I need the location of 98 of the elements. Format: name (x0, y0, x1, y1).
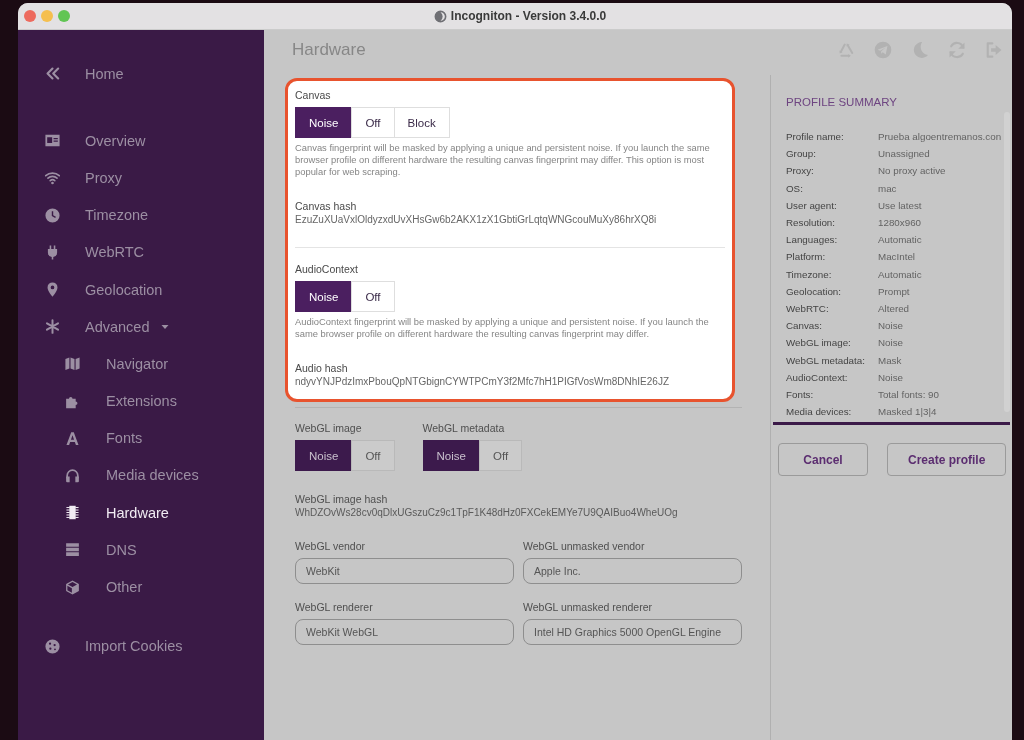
maximize-button[interactable] (58, 10, 70, 22)
close-button[interactable] (24, 10, 36, 22)
text-field[interactable]: WebKit (295, 558, 514, 584)
sidebar-item[interactable]: Hardware (18, 494, 264, 532)
sidebar-item[interactable]: Timezone (18, 196, 264, 234)
hash-value: ndyvYNJPdzImxPbouQpNTGbignCYWTPCmY3f2Mfc7hH1PIGfVosWm8DNhIE26JZ (295, 375, 669, 388)
toggle-button[interactable]: Noise (422, 440, 480, 471)
sidebar-item[interactable]: DNS (18, 531, 264, 569)
field-label: WebGL renderer (295, 601, 373, 613)
toggle-button[interactable]: Noise (295, 281, 353, 312)
cancel-button[interactable]: Cancel (778, 443, 868, 477)
sidebar-item[interactable]: Advanced (18, 308, 264, 346)
folded-map-icon (64, 355, 81, 373)
field-label: WebGL image hash (295, 493, 388, 505)
server-stack-icon (64, 541, 81, 559)
wifi-icon (44, 169, 61, 187)
sidebar-item[interactable]: WebRTC (18, 233, 264, 271)
cube-icon (64, 578, 81, 596)
summary-label: Canvas: (786, 320, 823, 332)
sidebar-item[interactable]: Extensions (18, 382, 264, 420)
chip-icon (64, 504, 81, 522)
toggle-button[interactable]: Off (351, 281, 395, 312)
field-label: WebGL metadata (422, 422, 505, 434)
field-label: WebGL unmasked vendor (523, 540, 645, 552)
summary-value: Noise (878, 371, 904, 383)
minimize-button[interactable] (41, 10, 53, 22)
summary-value: mac (878, 182, 897, 194)
summary-value: Unassigned (878, 148, 930, 160)
summary-label: Group: (786, 148, 817, 160)
headphones-icon (64, 466, 81, 484)
field-label: WebGL image (295, 422, 362, 434)
field-label: WebGL vendor (295, 540, 366, 552)
summary-value: Total fonts: 90 (878, 388, 939, 400)
summary-label: AudioContext: (786, 371, 849, 383)
double-chevron-left-icon (44, 65, 61, 83)
summary-label: Languages: (786, 234, 839, 246)
summary-value: 1280x960 (878, 217, 922, 229)
summary-label: Platform: (786, 251, 827, 263)
summary-label: Profile name: (786, 131, 845, 143)
summary-value: Masked 1|3|4 (878, 406, 937, 418)
field-label: AudioContext (295, 263, 359, 275)
summary-value: Use latest (878, 199, 922, 211)
summary-value: Mask (878, 354, 902, 366)
sidebar-item[interactable]: Other (18, 568, 264, 606)
summary-label: User agent: (786, 199, 838, 211)
summary-value: Automatic (878, 234, 922, 246)
sidebar-item[interactable]: Proxy (18, 159, 264, 197)
page-title: Hardware (292, 40, 366, 60)
summary-label: Media devices: (786, 406, 853, 418)
text-field[interactable]: Intel HD Graphics 5000 OpenGL Engine (523, 619, 742, 645)
panel-title: PROFILE SUMMARY (785, 96, 898, 109)
summary-label: Fonts: (786, 388, 815, 400)
summary-value: Automatic (878, 268, 922, 280)
toggle-button[interactable]: Block (393, 107, 450, 138)
clock-icon (44, 206, 61, 224)
summary-value: MacIntel (878, 251, 916, 263)
summary-value: Noise (878, 337, 904, 349)
field-label: Audio hash (295, 362, 348, 374)
sidebar-item[interactable]: Geolocation (18, 270, 264, 309)
help-text: Canvas fingerprint will be masked by applying a unique and persistent noise. If you launch the same browser profile on different hardware the resulting canvas fingerprint may differ. This option is most popular for web scraping. (295, 142, 711, 178)
cookie-icon (44, 637, 61, 655)
field-label: WebGL unmasked renderer (523, 601, 652, 613)
summary-label: WebRTC: (786, 302, 830, 314)
sidebar-item[interactable]: Media devices (18, 456, 264, 495)
sidebar-item[interactable]: Overview (18, 122, 264, 160)
summary-label: OS: (786, 182, 804, 194)
hash-value: WhDZOvWs28cv0qDlxUGszuCz9c1TpF1K48dHz0FXCekEMYe7U9QAIBuo4WheUOg (295, 506, 678, 519)
summary-label: Resolution: (786, 217, 836, 229)
logo-icon (433, 9, 447, 23)
sidebar-item[interactable]: Fonts (18, 419, 264, 457)
summary-label: Geolocation: (786, 285, 842, 297)
text-field[interactable]: WebKit WebGL (295, 619, 514, 645)
letter-a-icon (64, 429, 81, 447)
summary-value: Noise (878, 320, 904, 332)
help-text: AudioContext fingerprint will be masked by applying a unique and persistent noise. If you launch the same browser profile on different hardware the resulting canvas fingerprint may differ. (295, 316, 710, 340)
window-title: Incogniton - Version 3.4.0.0 (450, 9, 607, 23)
field-label: Canvas (295, 89, 331, 101)
sidebar-item[interactable]: Navigator (18, 345, 264, 383)
toggle-button[interactable]: Off (478, 440, 523, 471)
create-profile-button[interactable]: Create profile (887, 443, 1007, 477)
summary-value: Altered (878, 302, 910, 314)
sidebar-item[interactable]: Import Cookies (18, 627, 264, 665)
asterisk-icon (44, 318, 61, 336)
summary-label: WebGL metadata: (786, 354, 866, 366)
summary-label: Proxy: (786, 165, 815, 177)
field-label: Canvas hash (295, 200, 357, 212)
toggle-button[interactable]: Off (351, 440, 395, 471)
toggle-button[interactable]: Noise (295, 107, 353, 138)
back-link[interactable]: Home (18, 55, 264, 93)
summary-label: WebGL image: (786, 337, 852, 349)
summary-value: Prompt (878, 285, 910, 297)
summary-label: Timezone: (786, 268, 833, 280)
text-field[interactable]: Apple Inc. (523, 558, 742, 584)
toggle-button[interactable]: Noise (295, 440, 353, 471)
summary-value: Prueba algoentremanos.con (878, 131, 1002, 143)
summary-value: No proxy active (878, 165, 946, 177)
toggle-button[interactable]: Off (351, 107, 395, 138)
hash-value: EzuZuXUaVxlOldyzxdUvXHsGw6b2AKX1zX1GbtiGrLqtqWNGcouMuXy86hrXQ8i (295, 213, 657, 226)
